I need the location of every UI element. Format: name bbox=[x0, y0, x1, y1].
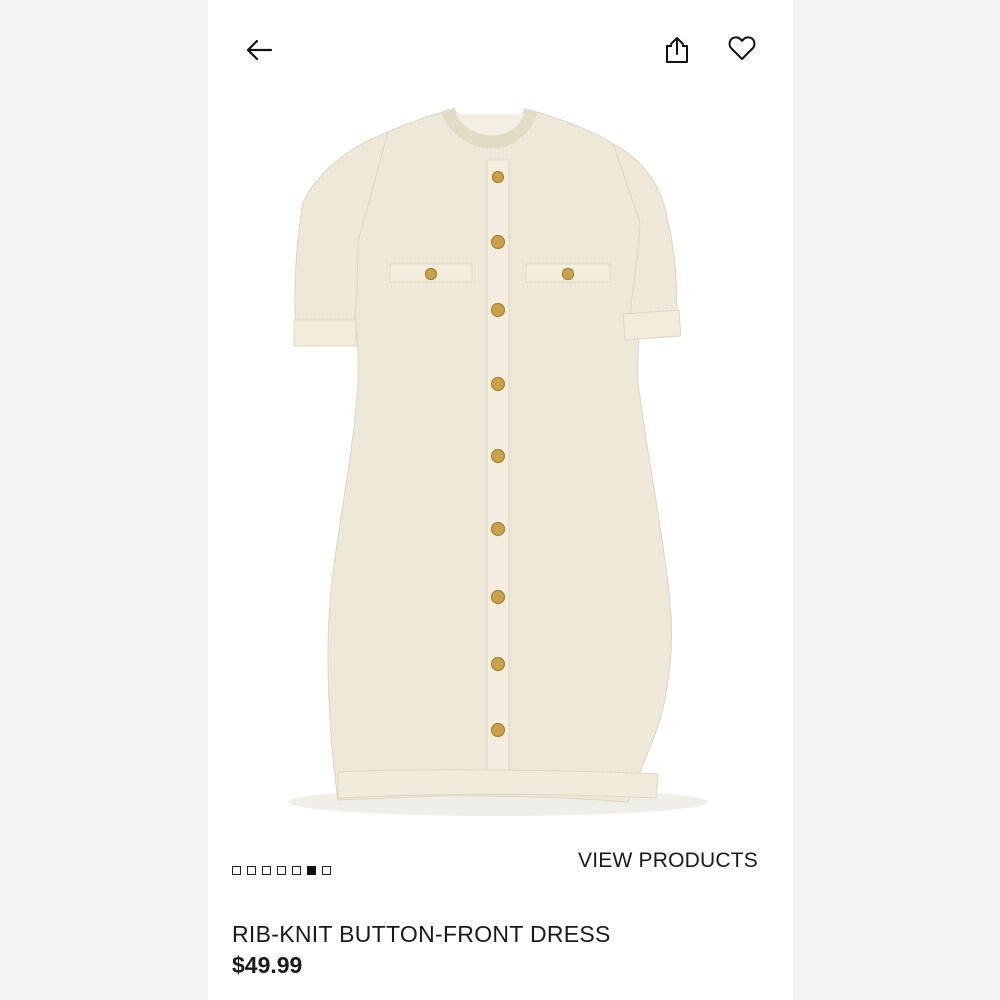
product-detail-screen: VIEW PRODUCTS RIB-KNIT BUTTON-FRONT DRES… bbox=[208, 0, 793, 1000]
image-pager[interactable] bbox=[232, 866, 331, 875]
share-button[interactable] bbox=[657, 30, 697, 70]
product-name: RIB-KNIT BUTTON-FRONT DRESS bbox=[232, 921, 611, 947]
back-button[interactable] bbox=[239, 30, 279, 70]
arrow-left-icon bbox=[246, 39, 273, 61]
heart-icon bbox=[728, 36, 756, 60]
product-image[interactable] bbox=[208, 82, 793, 852]
pager-dot[interactable] bbox=[292, 866, 301, 875]
pager-dot[interactable] bbox=[262, 866, 271, 875]
dress-illustration bbox=[288, 107, 708, 816]
pager-dot[interactable] bbox=[247, 866, 256, 875]
product-info: RIB-KNIT BUTTON-FRONT DRESS $49.99 bbox=[232, 918, 772, 980]
view-products-button[interactable]: VIEW PRODUCTS bbox=[563, 838, 773, 884]
pager-dot[interactable] bbox=[232, 866, 241, 875]
button-placket bbox=[486, 159, 510, 789]
share-icon bbox=[666, 37, 688, 63]
top-bar bbox=[208, 18, 793, 82]
favorite-button[interactable] bbox=[722, 28, 762, 68]
pager-dot[interactable] bbox=[322, 866, 331, 875]
pager-dot-active[interactable] bbox=[307, 866, 316, 875]
product-price: $49.99 bbox=[232, 952, 303, 978]
pager-dot[interactable] bbox=[277, 866, 286, 875]
